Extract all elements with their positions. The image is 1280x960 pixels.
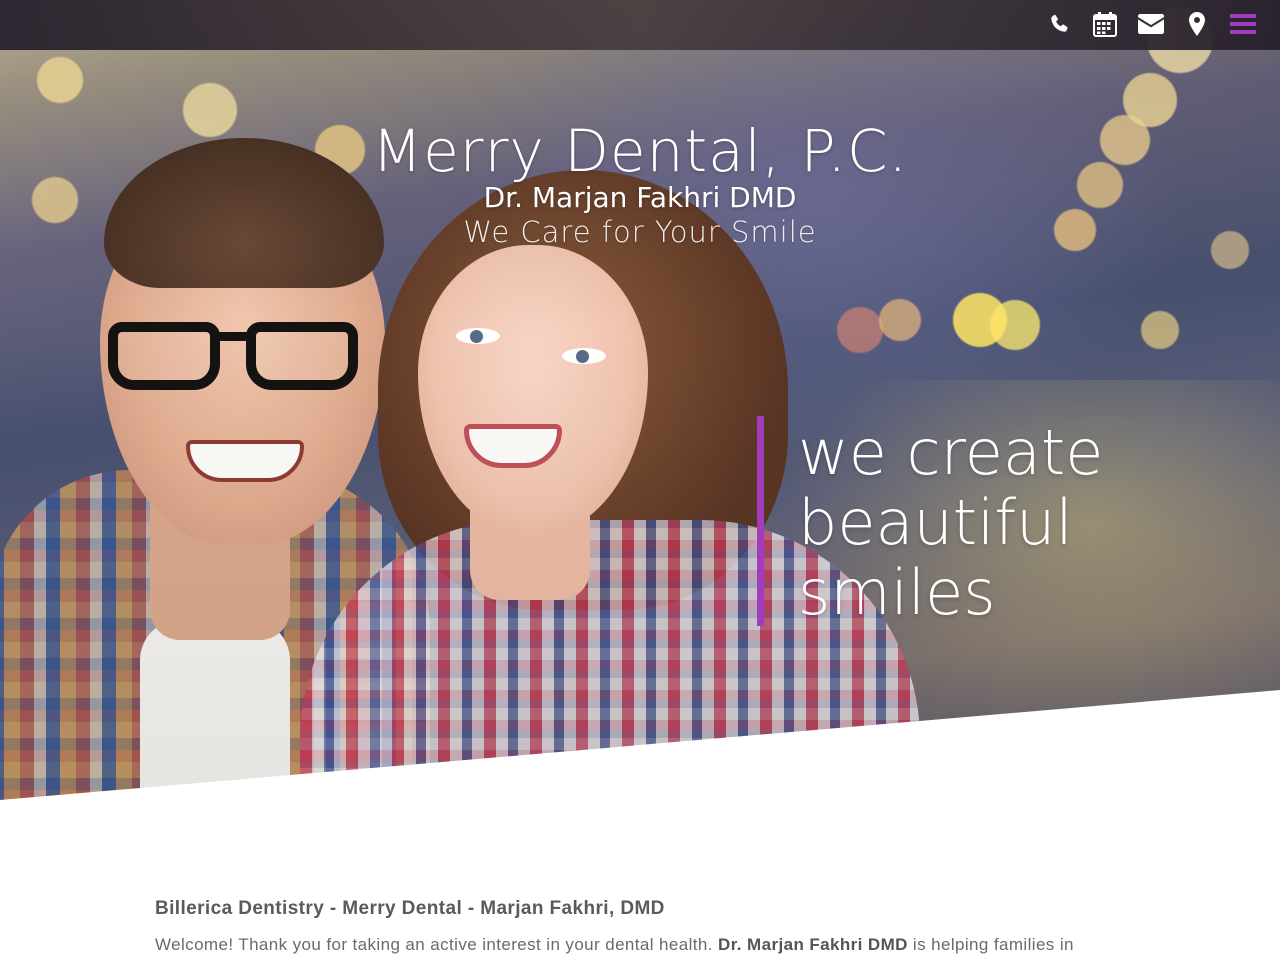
intro-doctor-name: Dr. Marjan Fakhri DMD — [718, 935, 908, 954]
hero-slogan: we create beautiful smiles — [798, 418, 1218, 628]
content-section: Billerica Dentistry - Merry Dental - Mar… — [155, 895, 1125, 959]
slogan-line: we create — [798, 416, 1104, 489]
slogan-line: beautiful — [798, 486, 1073, 559]
content-intro: Welcome! Thank you for taking an active … — [155, 931, 1125, 959]
doctor-name: Dr. Marjan Fakhri DMD — [483, 181, 797, 214]
slogan-line: smiles — [798, 556, 996, 629]
top-bar — [0, 0, 1280, 50]
menu-icon[interactable] — [1220, 6, 1266, 42]
top-icon-group — [1036, 6, 1266, 42]
hero-banner: Merry Dental, P.C. Dr. Marjan Fakhri DMD… — [0, 0, 1280, 800]
envelope-icon[interactable] — [1128, 6, 1174, 42]
intro-text-continued: is helping families in — [907, 935, 1074, 954]
map-marker-icon[interactable] — [1174, 6, 1220, 42]
content-title: Billerica Dentistry - Merry Dental - Mar… — [155, 898, 665, 919]
brand-block: Merry Dental, P.C. Dr. Marjan Fakhri DMD… — [0, 118, 1280, 250]
calendar-icon[interactable] — [1082, 6, 1128, 42]
practice-name[interactable]: Merry Dental, P.C. — [0, 118, 1280, 184]
phone-icon[interactable] — [1036, 6, 1082, 42]
intro-text: Welcome! Thank you for taking an active … — [155, 935, 719, 954]
tagline: We Care for Your Smile — [463, 215, 817, 249]
slogan-accent-bar — [757, 416, 764, 626]
